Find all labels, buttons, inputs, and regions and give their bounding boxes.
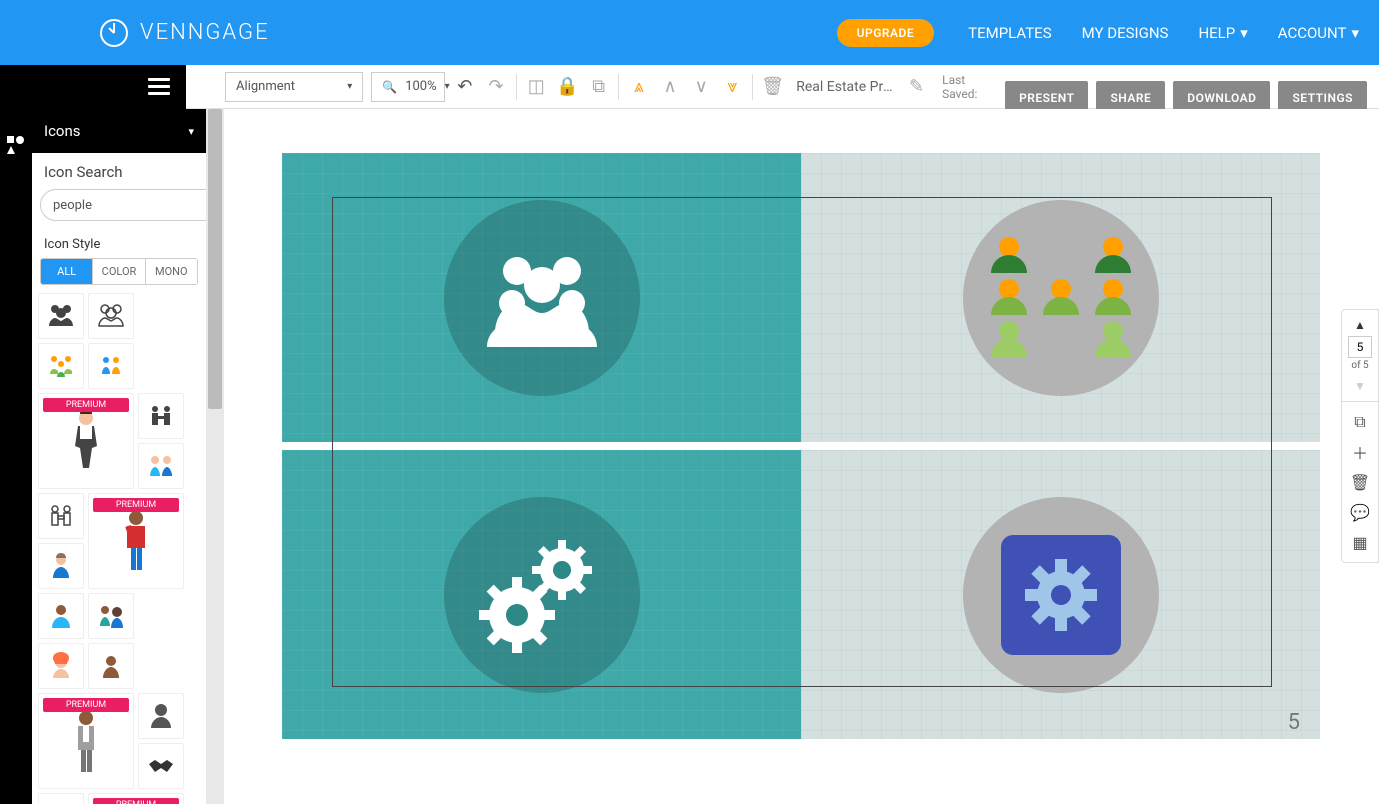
canvas-quadrant[interactable] — [282, 450, 801, 739]
chevron-down-icon: ▾ — [1351, 24, 1359, 42]
bring-front-icon[interactable]: ⩓ — [627, 74, 650, 100]
icon-result[interactable] — [38, 593, 84, 639]
page-total: of 5 — [1351, 360, 1368, 371]
upgrade-button[interactable]: UPGRADE — [837, 19, 934, 47]
nav-help-label: HELP — [1198, 24, 1235, 42]
canvas-element-people-circle[interactable] — [444, 200, 640, 396]
icon-result[interactable] — [138, 743, 184, 789]
group-icon[interactable]: ◫ — [525, 74, 548, 100]
icon-result-premium[interactable]: PREMIUM — [38, 393, 134, 489]
icon-result[interactable] — [38, 343, 84, 389]
nav-account[interactable]: ACCOUNT▾ — [1278, 24, 1359, 42]
icon-result-premium[interactable]: PREMIUM — [88, 793, 184, 804]
tab-all[interactable]: ALL — [41, 259, 92, 284]
canvas-area: 5 ▲ 5 of 5 ▼ ⧉ ＋ 🗑 💬 ▦ — [224, 109, 1379, 804]
tab-color[interactable]: COLOR — [92, 259, 144, 284]
grid-view-icon[interactable]: ▦ — [1346, 528, 1374, 556]
icon-result[interactable] — [88, 643, 134, 689]
side-category-header[interactable]: Icons ▾ — [32, 109, 206, 153]
icon-result[interactable] — [88, 293, 134, 339]
zoom-value: 100% — [405, 79, 436, 94]
nav-templates[interactable]: TEMPLATES — [968, 24, 1051, 42]
top-bar: VENNGAGE UPGRADE TEMPLATES MY DESIGNS HE… — [0, 0, 1379, 65]
side-scrollbar[interactable] — [206, 109, 224, 804]
next-page-icon[interactable]: ▼ — [1352, 377, 1368, 395]
canvas-element-gears-circle[interactable] — [444, 497, 640, 693]
lock-icon[interactable]: 🔒 — [556, 74, 579, 100]
premium-badge: PREMIUM — [93, 498, 179, 512]
edit-title-icon[interactable]: ✎ — [905, 74, 928, 100]
nav-mydesigns-label: MY DESIGNS — [1082, 24, 1169, 42]
canvas[interactable]: 5 — [282, 153, 1320, 739]
chevron-down-icon: ▾ — [1240, 24, 1248, 42]
icon-result[interactable] — [88, 593, 134, 639]
redo-icon[interactable]: ↷ — [484, 74, 507, 100]
alignment-label: Alignment — [236, 79, 295, 94]
canvas-quadrant[interactable] — [801, 153, 1320, 442]
search-heading: Icon Search — [32, 153, 206, 189]
prev-page-icon[interactable]: ▲ — [1352, 316, 1368, 334]
send-back-icon[interactable]: ⩔ — [721, 74, 744, 100]
page-rail: ▲ 5 of 5 ▼ ⧉ ＋ 🗑 💬 ▦ — [1341, 309, 1379, 563]
icon-results-grid: PREMIUM PREMIUM — [32, 293, 206, 804]
nav-help[interactable]: HELP ▾ — [1198, 24, 1247, 42]
canvas-element-gear-box[interactable] — [963, 497, 1159, 693]
icon-result[interactable] — [38, 543, 84, 589]
icon-result[interactable] — [138, 443, 184, 489]
top-nav: TEMPLATES MY DESIGNS HELP▾ ACCOUNT▾ — [968, 24, 1359, 42]
style-tabs: ALL COLOR MONO — [40, 258, 198, 285]
delete-page-icon[interactable]: 🗑 — [1346, 468, 1374, 496]
canvas-quadrant[interactable] — [801, 450, 1320, 739]
chevron-down-icon: ▾ — [445, 81, 450, 92]
side-toggle-area — [0, 65, 186, 109]
icon-style-heading: Icon Style — [32, 231, 206, 258]
brand-name: VENNGAGE — [140, 20, 270, 45]
canvas-element-color-people[interactable] — [963, 200, 1159, 396]
premium-badge: PREMIUM — [43, 398, 129, 412]
current-page-input[interactable]: 5 — [1348, 336, 1372, 358]
side-category-label: Icons — [44, 122, 81, 140]
add-page-icon[interactable]: ＋ — [1346, 438, 1374, 466]
hamburger-icon[interactable] — [148, 78, 170, 95]
zoom-dropdown[interactable]: 🔍 100% ▾ — [371, 72, 445, 102]
page-number: 5 — [1288, 710, 1300, 735]
icon-result[interactable] — [38, 293, 84, 339]
duplicate-page-icon[interactable]: ⧉ — [1346, 408, 1374, 436]
icon-result[interactable] — [138, 393, 184, 439]
nav-mydesigns[interactable]: MY DESIGNS — [1082, 24, 1169, 42]
icon-result[interactable] — [88, 343, 134, 389]
icon-search-input[interactable] — [40, 189, 206, 221]
toolbar: Alignment ▾ 🔍 100% ▾ ↶ ↷ ◫ 🔒 ⧉ ⩓ ∧ ∨ ⩔ 🗑… — [0, 65, 1379, 109]
search-icon: 🔍 — [382, 80, 397, 94]
undo-icon[interactable]: ↶ — [453, 74, 476, 100]
icon-result-premium[interactable]: PREMIUM — [88, 493, 184, 589]
chevron-down-icon: ▾ — [347, 81, 352, 92]
icon-result[interactable] — [138, 693, 184, 739]
bring-forward-icon[interactable]: ∧ — [658, 74, 681, 100]
tab-mono[interactable]: MONO — [145, 259, 197, 284]
comments-icon[interactable]: 💬 — [1346, 498, 1374, 526]
category-bar — [0, 109, 32, 804]
send-backward-icon[interactable]: ∨ — [690, 74, 713, 100]
document-title: Real Estate Pres... — [796, 79, 897, 95]
clock-icon — [100, 19, 128, 47]
chevron-down-icon: ▾ — [188, 125, 194, 138]
premium-badge: PREMIUM — [93, 798, 179, 804]
nav-templates-label: TEMPLATES — [968, 24, 1051, 42]
icon-result[interactable] — [38, 643, 84, 689]
delete-icon[interactable]: 🗑 — [761, 74, 784, 100]
icon-result[interactable] — [38, 493, 84, 539]
icon-result-premium[interactable]: PREMIUM — [38, 693, 134, 789]
alignment-dropdown[interactable]: Alignment ▾ — [225, 72, 363, 102]
copy-icon[interactable]: ⧉ — [587, 74, 610, 100]
icon-result[interactable] — [38, 793, 84, 804]
premium-badge: PREMIUM — [43, 698, 129, 712]
nav-account-label: ACCOUNT — [1278, 24, 1347, 42]
side-panel: Icons ▾ Icon Search ⊗ 🔍 Icon Style ALL C… — [32, 109, 206, 804]
last-saved-label: Last Saved: — [942, 73, 997, 101]
shapes-category-icon[interactable] — [0, 129, 32, 161]
brand-logo: VENNGAGE — [100, 19, 270, 47]
canvas-quadrant[interactable] — [282, 153, 801, 442]
scrollbar-thumb[interactable] — [208, 109, 222, 409]
